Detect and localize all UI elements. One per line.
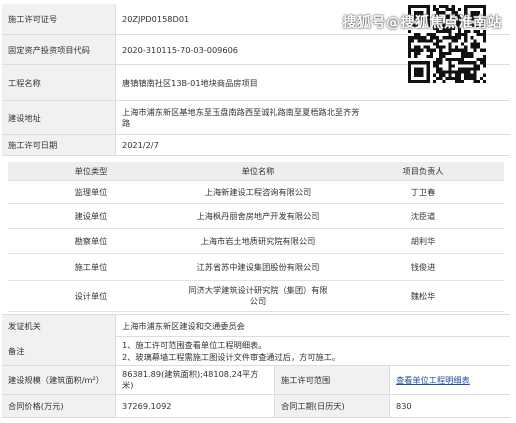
- permit-date-value: 2021/2/7: [122, 140, 159, 150]
- row-remarks: 备注 1、施工许可范围查看单位工程明细表。 2、玻璃幕墙工程需施工图设计文件审查…: [2, 336, 510, 366]
- permit-date-label: 施工许可日期: [2, 135, 116, 155]
- table-row: 设计单位 同济大学建筑设计研究院（集团）有限 公司 魏松华: [8, 281, 504, 312]
- address-value: 上海市浦东新区基地东至玉盘南路西至诚礼路南至夏梧路北至齐芳 路: [122, 101, 359, 134]
- row-address: 建设地址 上海市浦东新区基地东至玉盘南路西至诚礼路南至夏梧路北至齐芳 路: [2, 101, 510, 135]
- col-header-lead: 项目负责人: [402, 166, 444, 176]
- row-permit-date: 施工许可日期 2021/2/7: [2, 135, 510, 156]
- fixed-asset-code-value: 2020-310115-70-03-009606: [122, 44, 239, 55]
- unit-lead: 沈臣道: [410, 211, 436, 221]
- address-line-1: 上海市浦东新区基地东至玉盘南路西至诚礼路南至夏梧路北至齐芳: [122, 106, 360, 117]
- scale-line-2: 米): [122, 380, 134, 390]
- issuer-label: 发证机关: [2, 315, 116, 336]
- permit-no-label: 施工许可证号: [2, 4, 116, 34]
- unit-type: 监理单位: [74, 187, 108, 197]
- row-issuer: 发证机关 上海市浦东新区建设和交通委员会: [2, 314, 510, 337]
- project-name-label: 工程名称: [2, 65, 116, 100]
- unit-lead: 钱俊进: [410, 262, 436, 272]
- table-row: 监理单位 上海新建设工程咨询有限公司 丁卫春: [8, 181, 504, 204]
- price-value: 37269.1092: [122, 401, 172, 411]
- unit-type: 建设单位: [74, 211, 108, 221]
- fixed-asset-code-label: 固定资产投资项目代码: [2, 35, 116, 64]
- col-header-type: 单位类型: [74, 166, 108, 176]
- units-table-header: 单位类型 单位名称 项目负责人: [8, 162, 504, 181]
- unit-type: 勘察单位: [74, 236, 108, 246]
- unit-name-line-1: 同济大学建筑设计研究院（集团）有限: [188, 285, 328, 295]
- unit-name: 上海市岩土地质研究院有限公司: [200, 236, 316, 246]
- col-header-name: 单位名称: [241, 166, 275, 176]
- address-line-2: 路: [122, 117, 131, 128]
- issuer-value: 上海市浦东新区建设和交通委员会: [122, 320, 245, 331]
- unit-lead: 胡利华: [410, 236, 436, 246]
- remarks-value: 1、施工许可范围查看单位工程明细表。 2、玻璃幕墙工程需施工图设计文件审查通过后…: [122, 336, 340, 365]
- remarks-line-1: 1、施工许可范围查看单位工程明细表。: [122, 339, 267, 350]
- table-row: 勘察单位 上海市岩土地质研究院有限公司 胡利华: [8, 229, 504, 254]
- unit-type: 施工单位: [74, 262, 108, 272]
- permit-no-value: 20ZJPD0158D01: [122, 14, 190, 24]
- remarks-line-2: 2、玻璃幕墙工程需施工图设计文件审查通过后，方可施工。: [122, 351, 341, 362]
- duration-value: 830: [396, 401, 412, 411]
- unit-name-line-2: 公司: [249, 296, 267, 306]
- price-label: 合同价格(万元): [2, 395, 116, 417]
- table-row: 建设单位 上海枫丹丽舍房地产开发有限公司 沈臣道: [8, 204, 504, 229]
- scope-detail-link[interactable]: 查看单位工程明细表: [396, 366, 470, 394]
- table-row: 施工单位 江苏省苏中建设集团股份有限公司 钱俊进: [8, 254, 504, 281]
- scale-line-1: 86381.89(建筑面积);48108.24平方: [122, 369, 259, 379]
- row-price: 合同价格(万元) 37269.1092 合同工期(日历天) 830: [2, 395, 510, 418]
- scale-label: 建设规模（建筑面积/m²）: [2, 366, 116, 394]
- scale-value: 86381.89(建筑面积);48108.24平方 米): [122, 366, 272, 394]
- unit-name: 上海枫丹丽舍房地产开发有限公司: [196, 211, 320, 221]
- address-label: 建设地址: [2, 101, 116, 134]
- unit-lead: 丁卫春: [410, 187, 436, 197]
- duration-label: 合同工期(日历天): [274, 395, 390, 417]
- row-scale: 建设规模（建筑面积/m²） 86381.89(建筑面积);48108.24平方 …: [2, 366, 510, 395]
- unit-name: 上海新建设工程咨询有限公司: [204, 187, 312, 197]
- remarks-label: 备注: [2, 336, 116, 365]
- unit-lead: 魏松华: [410, 291, 436, 301]
- scope-label: 施工许可范围: [274, 366, 390, 394]
- unit-name: 江苏省苏中建设集团股份有限公司: [196, 262, 320, 272]
- watermark-text: 搜狐号@搜狐焦点淮南站: [342, 15, 502, 31]
- unit-type: 设计单位: [74, 291, 108, 301]
- unit-name: 同济大学建筑设计研究院（集团）有限 公司: [174, 281, 342, 311]
- project-name-value: 唐镇镇南社区13B-01地块商品房项目: [122, 77, 258, 88]
